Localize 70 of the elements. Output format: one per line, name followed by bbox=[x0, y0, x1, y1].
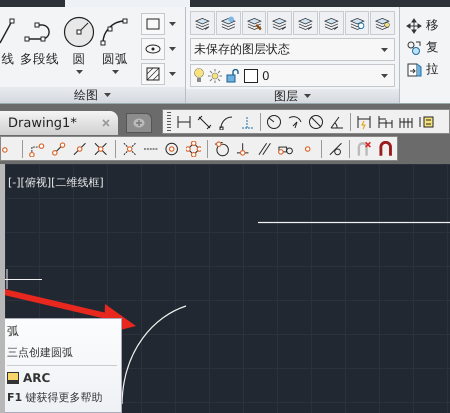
layer-dropdown[interactable]: 0 bbox=[190, 64, 395, 87]
circle-icon bbox=[63, 16, 95, 48]
layer-export-icon[interactable] bbox=[318, 11, 344, 35]
intersection-icon[interactable] bbox=[93, 140, 109, 156]
modify-tool-button[interactable]: 复 bbox=[406, 39, 450, 56]
plus-icon bbox=[133, 118, 145, 128]
snap-corner-icon[interactable] bbox=[29, 140, 45, 156]
color-swatch-icon bbox=[244, 68, 258, 82]
layer-isolate-icon[interactable] bbox=[293, 11, 318, 35]
crosshair-line bbox=[5, 268, 42, 290]
parallel-icon[interactable] bbox=[256, 140, 272, 156]
layer-previous-icon[interactable] bbox=[267, 11, 292, 35]
arc-length-icon[interactable] bbox=[218, 114, 234, 130]
quick-dimension-icon[interactable] bbox=[356, 114, 372, 130]
viewport-label[interactable]: [-][俯视][二维线框] bbox=[8, 175, 104, 190]
hatch-icon[interactable] bbox=[141, 63, 165, 85]
caret-icon bbox=[304, 94, 311, 98]
caret-icon bbox=[168, 47, 176, 51]
modify-tool-button[interactable]: 拉 bbox=[406, 61, 450, 78]
caret-icon bbox=[381, 48, 388, 52]
panel-title-button[interactable]: 图层 bbox=[186, 89, 399, 103]
copy-icon bbox=[406, 40, 422, 56]
rectangle-icon[interactable] bbox=[141, 13, 165, 35]
caret-icon bbox=[381, 74, 388, 78]
tooltip-description: 三点创建圆弧 bbox=[7, 345, 74, 360]
new-tab-button[interactable] bbox=[126, 113, 152, 133]
layer-properties-icon[interactable] bbox=[190, 11, 215, 35]
tooltip-title: 弧 bbox=[7, 323, 20, 340]
midpoint-icon[interactable] bbox=[72, 140, 88, 156]
layer-stack-icon[interactable] bbox=[216, 11, 240, 35]
radius-icon[interactable] bbox=[266, 114, 282, 130]
layer-brush-icon[interactable] bbox=[242, 11, 266, 35]
nearest-icon[interactable] bbox=[328, 140, 344, 156]
caret-icon bbox=[112, 70, 118, 74]
unlocked-padlock-icon bbox=[226, 68, 240, 82]
caret-icon bbox=[104, 93, 111, 97]
caret-icon bbox=[168, 72, 176, 76]
move-icon bbox=[406, 18, 422, 34]
jogged-radius-icon[interactable] bbox=[287, 114, 303, 130]
perpendicular-icon[interactable] bbox=[235, 140, 251, 156]
layer-gear-icon[interactable] bbox=[344, 11, 370, 35]
tangent-icon[interactable] bbox=[214, 140, 230, 156]
apparent-intersection-icon[interactable] bbox=[122, 140, 138, 156]
no-snap-icon[interactable] bbox=[356, 140, 372, 156]
caret-icon bbox=[76, 70, 82, 74]
draw-tool-button[interactable]: 多段线 bbox=[18, 7, 61, 87]
caret-icon bbox=[168, 22, 176, 26]
draw-tool-button[interactable]: 圆 bbox=[61, 7, 97, 87]
stretch-icon bbox=[406, 62, 422, 78]
panel-title-button[interactable]: 绘图 bbox=[0, 87, 185, 103]
aligned-dimension-icon[interactable] bbox=[197, 114, 213, 130]
help-hint: F1 键获得更多帮助 bbox=[7, 390, 104, 405]
layer-bulb-icon[interactable] bbox=[370, 11, 395, 35]
endpoint-icon[interactable] bbox=[50, 140, 66, 156]
magnet-icon[interactable] bbox=[378, 140, 393, 156]
sun-icon bbox=[208, 68, 222, 82]
layer-state-dropdown[interactable]: 未保存的图层状态 bbox=[190, 38, 395, 61]
draw-tool-button[interactable]: 圆弧 bbox=[97, 7, 133, 87]
command-name: ARC bbox=[23, 371, 50, 385]
drawing-canvas[interactable]: [-][俯视][二维线框] 弧 三点创建圆弧 ARC F1 键获得更多帮助 bbox=[0, 164, 450, 413]
lightbulb-icon bbox=[194, 68, 204, 83]
modify-tool-button[interactable]: 移 bbox=[406, 17, 450, 34]
center-icon[interactable] bbox=[164, 140, 180, 156]
quadrant-icon[interactable] bbox=[186, 140, 202, 156]
linear-dimension-icon[interactable] bbox=[176, 114, 192, 130]
draw-tool-button[interactable]: 线 bbox=[0, 7, 18, 87]
dimension-space-icon[interactable] bbox=[419, 114, 435, 130]
baseline-icon[interactable] bbox=[377, 114, 393, 130]
file-tab[interactable]: Drawing1* bbox=[0, 111, 118, 135]
diameter-icon[interactable] bbox=[308, 114, 324, 130]
